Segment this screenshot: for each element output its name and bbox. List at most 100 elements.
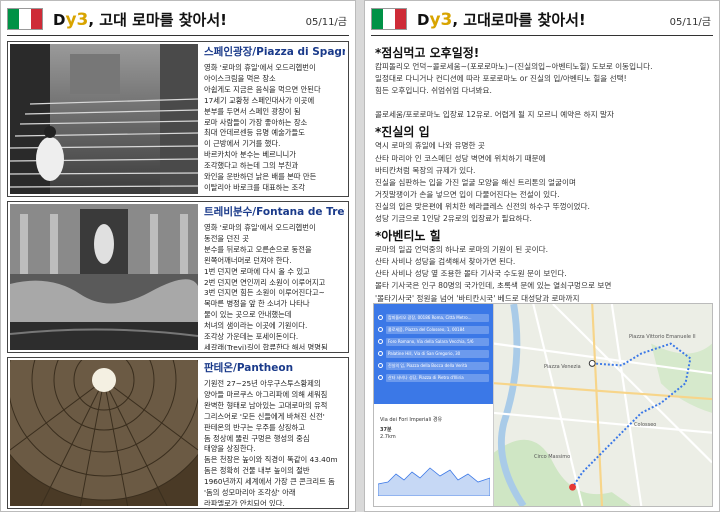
- section-trevi-fountain: 트레비분수/Fontana de Trevi 영화 '로마의 휴일'에서 오드리…: [7, 201, 349, 353]
- waypoint-field[interactable]: Palatine Hill, Via di San Gregorio, 30: [386, 349, 489, 358]
- text-line: 몰타 기사국은 인구 80명의 국가인데, 초록색 문에 있는 열쇠구멍으로 보…: [375, 281, 612, 291]
- route-time: 37분: [380, 427, 392, 433]
- italy-flag-icon: [371, 8, 407, 30]
- text-line: 캄피돌리오 언덕~콜로세움~(포로로마노)~(진실의입~아벤티노힐) 도보로 이…: [375, 62, 653, 71]
- text-line: 17세기 교황청 스페인대사가 이곳에: [204, 95, 315, 105]
- map-label: Piazza Venezia: [544, 364, 581, 370]
- text-line: [375, 97, 711, 109]
- text-line: 산타 사비나 성당 옆 조용한 몰타 기사국 수도원 문이 보인다.: [375, 269, 567, 279]
- text-line: 아이스크림을 먹은 장소: [204, 73, 276, 83]
- section-title: 스페인광장/Piazza di Spagna: [204, 46, 345, 58]
- flag-stripe: [19, 9, 31, 29]
- direction-waypoint[interactable]: Palatine Hill, Via di San Gregorio, 30: [378, 348, 489, 359]
- text-line: 2번 던지면 연인끼리 소원이 이루어지고: [204, 277, 326, 287]
- text-line: 바티칸처럼 복장의 규제가 있다.: [375, 165, 476, 175]
- text-line: 콜로세움/포로로마노 입장료 12유로. 어렵게 될 지 모르니 예약은 하지 …: [375, 110, 614, 120]
- block-heading: *점심먹고 오후일정!: [375, 46, 480, 60]
- map-label: Circo Massimo: [534, 454, 571, 460]
- text-line: 판테온의 반구는 우주를 상징하고: [204, 422, 305, 432]
- route-map: Piazza Vittorio Emanuele II Colosseo Cir…: [493, 304, 712, 506]
- waypoint-dot-icon: [378, 315, 383, 320]
- direction-waypoint[interactable]: 캄피돌리오 광장, 00186 Roma, Città Metro...: [378, 312, 489, 323]
- text-line: 이 근방에서 기거를 했다.: [204, 139, 281, 149]
- flag-stripe: [30, 9, 42, 29]
- text-line: 조각했다고 하는데 그의 부친과: [204, 161, 299, 171]
- flag-stripe: [383, 9, 395, 29]
- waypoint-field[interactable]: Foro Romano, Via della Salara Vecchia, 5…: [386, 337, 489, 346]
- text-line: 성당 기금으로 1인당 2유로의 입장료가 필요하다.: [375, 214, 532, 224]
- spanish-steps-photo: [10, 44, 198, 194]
- text-line: 영화 '로마의 휴일'에서 오드리헵번이: [204, 223, 316, 232]
- direction-waypoint[interactable]: Foro Romano, Via della Salara Vecchia, 5…: [378, 336, 489, 347]
- day-title: Dy3, 고대 로마를 찾아서!: [53, 10, 227, 30]
- pantheon-text: 판테온/Pantheon 기원전 27~25년 아우구스투스황제의 양아들 마르쿠…: [204, 360, 345, 506]
- text-line: 완벽한 형태로 남아있는 고대로마의 유적: [204, 400, 328, 410]
- section-title: 판테온/Pantheon: [204, 362, 294, 374]
- section-title: 트레비분수/Fontana de Trevi: [204, 206, 345, 218]
- map-screenshot: 캄피돌리오 광장, 00186 Roma, Città Metro... 콜로세움…: [373, 303, 713, 507]
- text-line: 산타 마리아 인 코스메딘 성당 벽면에 위치하기 때문에: [375, 153, 546, 163]
- waypoint-dot-icon: [378, 327, 383, 332]
- text-line: 3번 던지면 힘든 소원이 이루어진다고~: [204, 288, 325, 298]
- date-label: 05/11/금: [305, 17, 347, 28]
- text-line: 최대 안데르센등 유명 예술가들도: [204, 128, 305, 138]
- itinerary-body: *점심먹고 오후일정! 캄피돌리오 언덕~콜로세움~(포로로마노)~(진실의입~…: [375, 43, 711, 317]
- waypoint-dot-icon: [378, 363, 383, 368]
- text-line: 진실의 입은 맞은편에 위치한 헤라클레스 신전의 하수구 뚜껑이었다.: [375, 201, 590, 211]
- right-page: Dy3, 고대로마를 찾아서! 05/11/금 *점심먹고 오후일정! 캄피돌리…: [364, 0, 720, 512]
- text-line: '돔의 성모마리아 조각상' 아래: [204, 488, 296, 498]
- text-line: 돔은 천장은 높이와 직경이 똑같이 43.40m: [204, 455, 338, 465]
- waypoint-dot-icon: [378, 375, 383, 380]
- map-label: Piazza Vittorio Emanuele II: [629, 334, 696, 340]
- block-heading: *아벤티노 힐: [375, 229, 441, 244]
- right-header: Dy3, 고대로마를 찾아서! 05/11/금: [365, 1, 719, 33]
- text-line: 양아들 마르쿠스 아그리파에 의해 세워짐: [204, 389, 328, 399]
- text-line: 동전을 던진 곳: [204, 233, 249, 243]
- text-line: 왼쪽어깨너머로 던져야 한다.: [204, 255, 292, 265]
- text-line: 진실을 심판하는 입을 가진 얼굴 모양을 해신 트리톤의 얼굴이며: [375, 177, 576, 187]
- text-line: 바르카치아 분수는 베르니니가: [204, 150, 296, 160]
- text-line: 이탈리아 바로크를 대표하는 조각: [204, 182, 305, 192]
- text-line: 기원전 27~25년 아우구스투스황제의: [204, 379, 321, 388]
- block-heading: *진실의 입: [375, 125, 430, 140]
- text-line: 물이 있는 곳으로 안내했는데: [204, 310, 292, 320]
- trevi-fountain-text: 트레비분수/Fontana de Trevi 영화 '로마의 휴일'에서 오드리…: [204, 204, 345, 350]
- text-line: 그리스어로 '모든 신들에게 바쳐진 신전': [204, 411, 325, 421]
- text-line: 힘든 오후입니다. 쉬엄쉬엄 다녀봐요.: [375, 86, 492, 96]
- text-line: 태양을 상징한다.: [204, 444, 256, 454]
- text-line: 1번 던지면 로마에 다시 올 수 있고: [204, 266, 310, 276]
- section-spanish-steps: 스페인광장/Piazza di Spagna 영화 '로마의 휴일'에서 오드리…: [7, 41, 349, 197]
- direction-waypoint[interactable]: 진실의 입, Piazza della Bocca della Verità: [378, 360, 489, 371]
- trevi-fountain-photo: [10, 204, 198, 350]
- elevation-chart: [378, 467, 490, 496]
- direction-waypoint[interactable]: 산타 사비나 성당, Piazza di Pietro d'Illiria: [378, 372, 489, 383]
- text-line: 돔 정상에 뚫린 구멍은 행성의 중심: [204, 433, 310, 443]
- section-pantheon: 판테온/Pantheon 기원전 27~25년 아우구스투스황제의 양아들 마르쿠…: [7, 357, 349, 509]
- pantheon-photo: [10, 360, 198, 506]
- spanish-steps-text: 스페인광장/Piazza di Spagna 영화 '로마의 휴일'에서 오드리…: [204, 44, 345, 194]
- text-line: 분수를 뒤로하고 오른손으로 동전을: [204, 244, 312, 254]
- waypoint-field[interactable]: 콜로세움, Piazza del Colosseo, 1, 00184: [386, 325, 489, 334]
- text-line: 와인을 운반하던 낡은 배를 본따 만든: [204, 172, 317, 182]
- text-line: 1960년까지 세계에서 가장 큰 콘크리트 돔: [204, 477, 335, 487]
- directions-header: 캄피돌리오 광장, 00186 Roma, Città Metro... 콜로세움…: [374, 304, 493, 404]
- header-divider: [371, 35, 713, 36]
- flag-stripe: [372, 9, 384, 29]
- waypoint-field[interactable]: 캄피돌리오 광장, 00186 Roma, Città Metro...: [386, 313, 489, 322]
- waypoint-field[interactable]: 진실의 입, Piazza della Bocca della Verità: [386, 361, 489, 370]
- text-line: 거짓말쟁이가 손을 넣으면 입이 다물어진다는 전설이 있다.: [375, 189, 560, 199]
- waypoint-field[interactable]: 산타 사비나 성당, Piazza di Pietro d'Illiria: [386, 373, 489, 382]
- waypoint-dot-icon: [378, 351, 383, 356]
- left-page: Dy3, 고대 로마를 찾아서! 05/11/금 스페인광장/Piazza di…: [0, 0, 356, 512]
- flag-stripe: [8, 9, 20, 29]
- block-afternoon: *점심먹고 오후일정! 캄피돌리오 언덕~콜로세움~(포로로마노)~(진실의입~…: [375, 45, 711, 121]
- route-summary: Via dei Fori Imperiali 경유: [380, 417, 443, 423]
- day-title: Dy3, 고대로마를 찾아서!: [417, 10, 586, 30]
- text-line: 아쉽게도 지금은 음식을 먹으면 안된다: [204, 84, 321, 94]
- text-line: 산타 사비나 성당을 검색해서 찾아가면 된다.: [375, 257, 516, 267]
- flag-stripe: [394, 9, 406, 29]
- left-header: Dy3, 고대 로마를 찾아서! 05/11/금: [1, 1, 355, 33]
- direction-waypoint[interactable]: 콜로세움, Piazza del Colosseo, 1, 00184: [378, 324, 489, 335]
- text-line: 역시 로마의 휴일에 나와 유명한 곳: [375, 141, 485, 151]
- route-distance: 2.7km: [380, 434, 396, 440]
